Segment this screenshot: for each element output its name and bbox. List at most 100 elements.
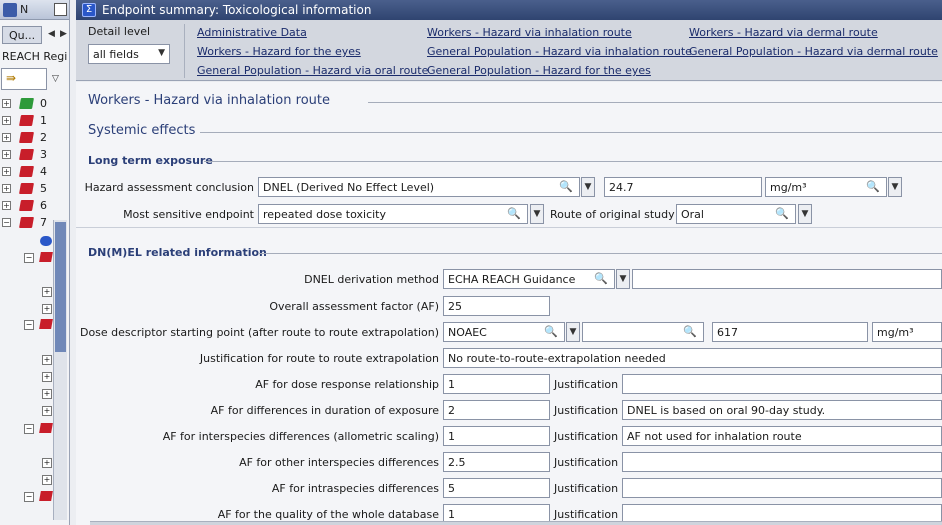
- maximize-button[interactable]: [54, 3, 67, 16]
- horizontal-scrollbar[interactable]: [90, 521, 942, 525]
- section-divider: [76, 227, 942, 228]
- af-dose-response-field[interactable]: 1: [443, 374, 550, 394]
- expand-icon[interactable]: +: [42, 304, 52, 314]
- hazard-assessment-field[interactable]: DNEL (Derived No Effect Level) 🔍: [258, 177, 580, 197]
- tab-scroll-left-icon[interactable]: ◀: [48, 29, 55, 39]
- af-dose-response-label: AF for dose response relationship: [255, 378, 439, 391]
- af-dose-response-justification-field[interactable]: [622, 374, 942, 394]
- collapse-icon[interactable]: −: [24, 253, 34, 263]
- filter-dropdown-icon[interactable]: ▽: [52, 74, 59, 84]
- expand-icon[interactable]: +: [2, 201, 11, 210]
- expand-icon[interactable]: +: [42, 475, 52, 485]
- section-book-icon: [19, 132, 34, 143]
- af-intraspecies-justification-field[interactable]: [622, 478, 942, 498]
- link-workers-dermal[interactable]: Workers - Hazard via dermal route: [689, 26, 878, 39]
- most-sensitive-endpoint-field[interactable]: repeated dose toxicity 🔍: [258, 204, 528, 224]
- search-icon[interactable]: 🔍: [683, 325, 697, 338]
- af-interspecies-allometric-field[interactable]: 1: [443, 426, 550, 446]
- tab-query[interactable]: Qu...: [2, 26, 42, 44]
- expand-icon[interactable]: +: [2, 99, 11, 108]
- expand-icon[interactable]: +: [42, 406, 52, 416]
- link-workers-inhalation[interactable]: Workers - Hazard via inhalation route: [427, 26, 632, 39]
- dose-number-field[interactable]: 617: [712, 322, 868, 342]
- tree-node[interactable]: +4: [0, 164, 69, 181]
- af-duration-justification-field[interactable]: DNEL is based on oral 90-day study.: [622, 400, 942, 420]
- chevron-down-icon[interactable]: ▼: [798, 204, 812, 224]
- af-other-interspecies-justification-field[interactable]: [622, 452, 942, 472]
- detail-level-select[interactable]: all fields ▼: [88, 44, 170, 64]
- dnel-derivation-method-field[interactable]: ECHA REACH Guidance 🔍: [443, 269, 615, 289]
- tree-node[interactable]: +3: [0, 147, 69, 164]
- search-icon[interactable]: 🔍: [544, 325, 558, 338]
- chevron-down-icon[interactable]: ▼: [581, 177, 595, 197]
- expand-icon[interactable]: +: [42, 389, 52, 399]
- endpoint-summary-icon[interactable]: [40, 236, 52, 246]
- chevron-down-icon[interactable]: ▼: [616, 269, 630, 289]
- expand-icon[interactable]: +: [42, 355, 52, 365]
- link-general-inhalation[interactable]: General Population - Hazard via inhalati…: [427, 45, 692, 58]
- dose-descriptor-field[interactable]: NOAEC 🔍: [443, 322, 565, 342]
- chevron-down-icon[interactable]: ▼: [530, 204, 544, 224]
- search-icon[interactable]: 🔍: [775, 207, 789, 220]
- navigation-scrollbar[interactable]: [53, 220, 67, 520]
- dnel-related-information-title: DN(M)EL related information: [88, 246, 267, 259]
- af-duration-field[interactable]: 2: [443, 400, 550, 420]
- af-database-quality-label: AF for the quality of the whole database: [217, 508, 439, 521]
- chevron-down-icon[interactable]: ▼: [566, 322, 580, 342]
- expand-icon[interactable]: +: [42, 372, 52, 382]
- tree-node[interactable]: +0: [0, 96, 69, 113]
- hazard-unit-field[interactable]: mg/m³ 🔍: [765, 177, 887, 197]
- expand-icon[interactable]: +: [2, 167, 11, 176]
- dnel-derivation-other-field[interactable]: [632, 269, 942, 289]
- expand-icon[interactable]: +: [2, 150, 11, 159]
- filter-button[interactable]: ⇛: [1, 68, 47, 90]
- collapse-icon[interactable]: −: [24, 320, 34, 330]
- chevron-down-icon[interactable]: ▼: [888, 177, 902, 197]
- section-book-icon: [39, 491, 53, 501]
- af-intraspecies-field[interactable]: 5: [443, 478, 550, 498]
- af-interspecies-allometric-justification-field[interactable]: AF not used for inhalation route: [622, 426, 942, 446]
- scrollbar-thumb[interactable]: [55, 222, 66, 352]
- tree-node-label: 6: [40, 199, 47, 212]
- link-workers-eyes[interactable]: Workers - Hazard for the eyes: [197, 45, 361, 58]
- search-icon[interactable]: 🔍: [866, 180, 880, 193]
- link-general-dermal[interactable]: General Population - Hazard via dermal r…: [689, 45, 938, 58]
- expand-icon[interactable]: +: [2, 133, 11, 142]
- tree-node[interactable]: +5: [0, 181, 69, 198]
- tree-node[interactable]: +6: [0, 198, 69, 215]
- dose-descriptor-label: Dose descriptor starting point (after ro…: [79, 326, 439, 339]
- hazard-value-field[interactable]: 24.7: [604, 177, 762, 197]
- navigation-pane: N Qu... ◀ ▶ REACH Regi: ⇛ ▽ +0 +1 +2 +3 …: [0, 0, 70, 525]
- dose-qualifier-field[interactable]: 🔍: [582, 322, 704, 342]
- tree-node[interactable]: +1: [0, 113, 69, 130]
- expand-icon[interactable]: +: [2, 116, 11, 125]
- search-icon[interactable]: 🔍: [594, 272, 608, 285]
- section-book-icon: [19, 149, 34, 160]
- overall-af-field[interactable]: 25: [443, 296, 550, 316]
- tree-node[interactable]: +2: [0, 130, 69, 147]
- search-icon[interactable]: 🔍: [559, 180, 573, 193]
- route-original-study-field[interactable]: Oral 🔍: [676, 204, 796, 224]
- hazard-assessment-label: Hazard assessment conclusion: [84, 181, 254, 194]
- dose-unit-field[interactable]: mg/m³: [872, 322, 942, 342]
- af-other-interspecies-field[interactable]: 2.5: [443, 452, 550, 472]
- expand-icon[interactable]: +: [42, 287, 52, 297]
- collapse-icon[interactable]: −: [24, 424, 34, 434]
- collapse-icon[interactable]: −: [2, 218, 11, 227]
- expand-icon[interactable]: +: [42, 458, 52, 468]
- toolbar-separator: [184, 24, 185, 78]
- tab-scroll-right-icon[interactable]: ▶: [60, 29, 67, 39]
- link-administrative-data[interactable]: Administrative Data: [197, 26, 307, 39]
- navigation-tabs: Qu... ◀ ▶: [0, 26, 69, 44]
- search-icon[interactable]: 🔍: [507, 207, 521, 220]
- dnel-derivation-method-value: ECHA REACH Guidance: [448, 273, 576, 286]
- justification-label: Justification: [554, 508, 619, 521]
- link-general-oral[interactable]: General Population - Hazard via oral rou…: [197, 64, 428, 77]
- collapse-icon[interactable]: −: [24, 492, 34, 502]
- justification-route-field[interactable]: No route-to-route-extrapolation needed: [443, 348, 942, 368]
- link-general-eyes[interactable]: General Population - Hazard for the eyes: [427, 64, 651, 77]
- navigation-toolbar: Detail level all fields ▼ Administrative…: [76, 20, 942, 81]
- hazard-assessment-value: DNEL (Derived No Effect Level): [263, 181, 435, 194]
- section-divider: [204, 161, 942, 162]
- expand-icon[interactable]: +: [2, 184, 11, 193]
